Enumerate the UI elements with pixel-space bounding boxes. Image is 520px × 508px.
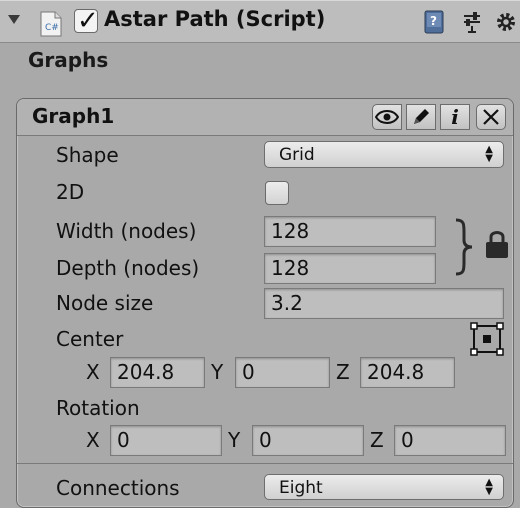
center-y-label: Y [211,360,224,384]
brace-icon [452,218,476,280]
fold-arrow-icon[interactable] [8,15,20,24]
center-x-field[interactable]: 204.8 [110,357,205,388]
book-help-icon[interactable]: ? [420,9,448,35]
two-d-label: 2D [56,180,85,204]
connections-dropdown[interactable]: Eight ▲ ▼ [264,474,504,500]
dropdown-arrows-icon: ▲ ▼ [485,144,493,164]
connections-label: Connections [56,476,180,500]
component-enabled-checkbox[interactable]: ✓ [74,6,99,36]
center-z-field[interactable]: 204.8 [360,357,455,388]
node-size-label: Node size [56,291,154,315]
info-icon[interactable]: i [440,104,470,130]
shape-dropdown[interactable]: Grid ▲ ▼ [264,141,504,168]
close-icon[interactable] [476,104,506,130]
section-divider [17,463,513,464]
shape-value: Grid [279,145,315,165]
width-field[interactable]: 128 [264,216,436,247]
rotation-z-field[interactable]: 0 [394,425,506,456]
rotation-z-label: Z [370,428,384,452]
snap-center-icon[interactable] [470,322,504,360]
graph-name: Graph1 [32,104,115,128]
dropdown-arrows-icon: ▲ ▼ [485,477,493,497]
rotation-x-label: X [86,428,100,452]
connections-value: Eight [279,478,323,498]
two-d-checkbox[interactable] [265,181,289,205]
center-label: Center [56,327,124,351]
rotation-x-field[interactable]: 0 [110,425,222,456]
center-z-label: Z [336,360,350,384]
svg-text:C#: C# [45,23,59,33]
sliders-preset-icon[interactable] [458,9,486,35]
depth-field[interactable]: 128 [264,253,436,284]
csharp-script-icon: C# [38,11,64,37]
node-size-field[interactable]: 3.2 [264,288,504,319]
depth-label: Depth (nodes) [56,256,200,280]
rotation-label: Rotation [56,396,140,420]
pencil-icon[interactable] [406,104,436,130]
lock-icon[interactable] [484,228,510,264]
component-title: Astar Path (Script) [104,7,326,31]
eye-icon[interactable] [372,104,402,130]
shape-label: Shape [56,143,119,167]
svg-text:?: ? [430,14,437,28]
center-y-field[interactable]: 0 [235,357,330,388]
graphs-section-label: Graphs [28,48,109,72]
rotation-y-field[interactable]: 0 [252,425,364,456]
checkmark-icon: ✓ [77,6,99,36]
width-label: Width (nodes) [56,219,197,243]
center-x-label: X [86,360,100,384]
gear-icon[interactable] [494,9,520,35]
rotation-y-label: Y [228,428,241,452]
